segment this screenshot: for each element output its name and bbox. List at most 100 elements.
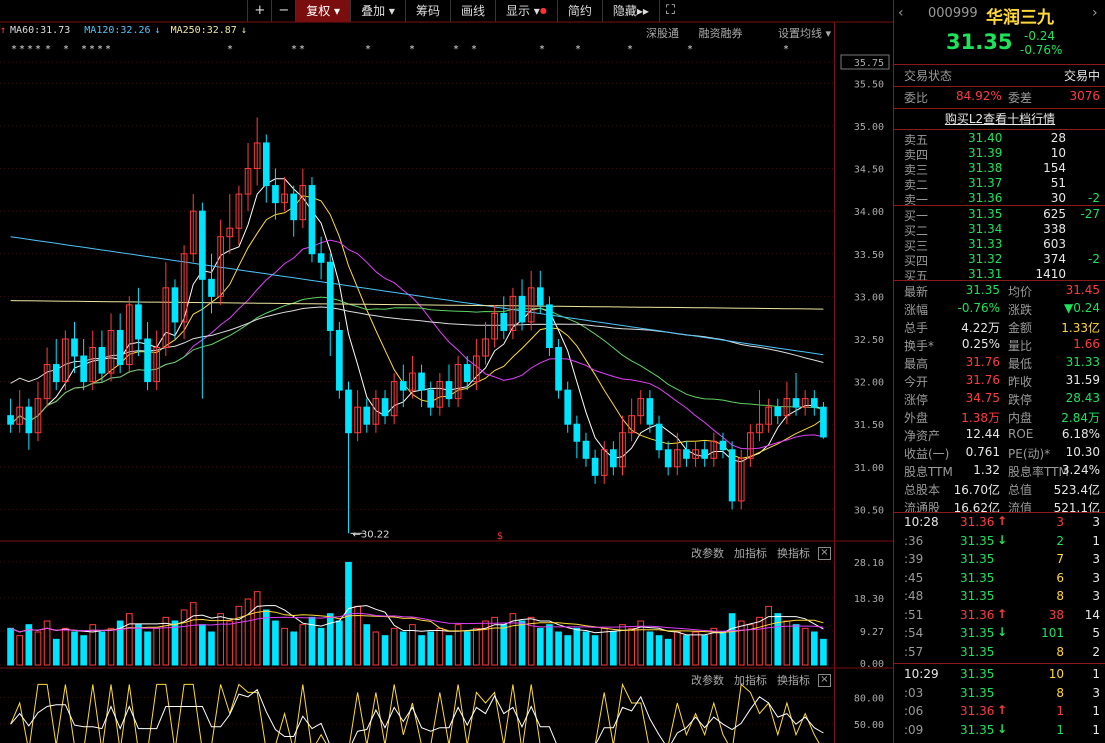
buy-order-volume: 603 bbox=[1043, 237, 1066, 251]
tick-price: 31.36 bbox=[960, 607, 995, 622]
volume-toolbar: 改参数 加指标 换指标 × bbox=[681, 545, 831, 561]
indicator-tick-label: 50.00 bbox=[854, 720, 884, 731]
ma250-value: MA250:32.87 bbox=[170, 25, 237, 36]
tick-volume: 38 bbox=[1048, 607, 1064, 622]
volume-bar bbox=[737, 620, 745, 666]
quote-value: 31.33 bbox=[1065, 355, 1100, 369]
weibi-row: 委比 84.92% 委差 3076 bbox=[904, 89, 1100, 105]
tick-row: :36 31.35 ↓ 2 1 bbox=[894, 533, 1105, 551]
candle-body bbox=[25, 406, 33, 434]
volume-bar bbox=[591, 635, 599, 666]
buy-order-row: 买四 31.32 374 -2 bbox=[894, 252, 1105, 268]
sell-order-volume: 30 bbox=[1050, 191, 1066, 205]
tick-price: 31.36 bbox=[960, 515, 995, 529]
candle-body bbox=[199, 210, 206, 280]
chart-area[interactable]: * * * * * * * * * * * * * * * * * * * * * * ←30.22 $ 35.75 35.5… bbox=[0, 0, 893, 743]
candle-body bbox=[71, 338, 78, 357]
quote-label: 外盘 bbox=[904, 411, 929, 425]
margin-link[interactable]: 融资融券 bbox=[698, 27, 742, 40]
chevron-left-icon[interactable]: ‹ bbox=[898, 5, 904, 21]
event-marker-icon: * bbox=[228, 44, 233, 55]
ind-change-indicator[interactable]: 换指标 bbox=[777, 672, 810, 688]
buy-order-row: 买三 31.33 603 bbox=[894, 237, 1105, 253]
tick-volume: 101 bbox=[1041, 626, 1064, 640]
close-icon[interactable]: × bbox=[818, 673, 831, 687]
trade-status-row: 交易状态 交易中 bbox=[904, 69, 1100, 83]
display-button[interactable]: 显示 ▾● bbox=[494, 0, 557, 22]
buy-order-change: -27 bbox=[1080, 207, 1100, 221]
arrow-up-icon: ↑ bbox=[997, 703, 1008, 717]
tick-row: :03 31.35 8 3 bbox=[894, 685, 1105, 703]
last-price: 31.35 bbox=[946, 30, 1013, 54]
volume-bar bbox=[217, 613, 224, 666]
tick-row: :06 31.36 ↑ 1 1 bbox=[894, 703, 1105, 721]
ind-add-indicator[interactable]: 加指标 bbox=[734, 672, 767, 688]
l2-link-row: 购买L2查看十档行情 bbox=[894, 110, 1105, 128]
chevron-right-icon[interactable]: › bbox=[1092, 5, 1098, 21]
tick-time: :09 bbox=[904, 722, 924, 737]
weidiff-value: 3076 bbox=[1069, 89, 1100, 103]
trade-status: 交易中 bbox=[1063, 69, 1100, 83]
quote-row: 收益(一) 0.761 PE(动)* 10.30 bbox=[894, 444, 1105, 462]
vol-edit-params[interactable]: 改参数 bbox=[691, 545, 724, 561]
tick-count: 3 bbox=[1092, 685, 1100, 700]
quote-label: 量比 bbox=[1008, 339, 1033, 353]
ma250-arrow-icon: ↓ bbox=[240, 25, 247, 36]
fullscreen-icon[interactable]: ⛶ bbox=[658, 0, 681, 22]
sell-order-row: 卖四 31.39 10 bbox=[894, 146, 1105, 162]
volume-bar bbox=[701, 635, 709, 666]
price-tick-label: 31.50 bbox=[854, 420, 884, 431]
arrow-down-icon: ↓ bbox=[997, 532, 1008, 547]
event-marker-icon: * bbox=[98, 44, 103, 55]
event-marker-icon: * bbox=[300, 44, 305, 55]
ind-edit-params[interactable]: 改参数 bbox=[691, 672, 724, 688]
volume-bar bbox=[399, 631, 407, 666]
volume-bar bbox=[25, 624, 33, 666]
close-icon[interactable]: × bbox=[818, 546, 831, 560]
quote-label: 均价 bbox=[1008, 285, 1033, 299]
tick-time: :51 bbox=[904, 607, 924, 622]
indicator-lines bbox=[10, 682, 824, 743]
volume-bar bbox=[600, 627, 608, 666]
candle-body bbox=[171, 287, 179, 323]
candle-body bbox=[810, 398, 818, 408]
hk-connect-link[interactable]: 深股通 bbox=[646, 27, 679, 40]
tick-volume: 8 bbox=[1056, 644, 1064, 659]
buy-order-row: 买一 31.35 625 -27 bbox=[894, 207, 1105, 223]
volume-bar bbox=[792, 624, 800, 666]
volume-bar bbox=[235, 605, 243, 666]
simple-button[interactable]: 简约 bbox=[556, 0, 602, 22]
quote-label: 跌停 bbox=[1008, 393, 1033, 407]
volume-bar bbox=[144, 631, 151, 666]
sell-order-price: 31.39 bbox=[968, 146, 1003, 160]
quote-value: 31.76 bbox=[965, 373, 1000, 387]
quote-row: 涨停 34.75 跌停 28.43 bbox=[894, 390, 1105, 408]
buy-l2-link[interactable]: 购买L2查看十档行情 bbox=[945, 112, 1055, 126]
volume-bar bbox=[664, 638, 672, 666]
candle-body bbox=[272, 185, 279, 204]
quote-row: 最新 31.35 均价 31.45 bbox=[894, 282, 1105, 300]
kline-chart[interactable]: * * * * * * * * * * * * * * * * * * * * * * ←30.22 $ 35.7535.5… bbox=[0, 0, 893, 743]
chips-button[interactable]: 筹码 bbox=[404, 0, 450, 22]
chart-links: 深股通 融资融券 设置均线 ▾ bbox=[630, 25, 831, 41]
candle-body bbox=[792, 398, 800, 408]
buy-order-volume: 374 bbox=[1043, 252, 1066, 266]
event-marker-icon: * bbox=[106, 44, 111, 55]
vol-add-indicator[interactable]: 加指标 bbox=[734, 545, 767, 561]
draw-button[interactable]: 画线 bbox=[449, 0, 495, 22]
buy-order-volume: 338 bbox=[1043, 222, 1066, 236]
vol-change-indicator[interactable]: 换指标 bbox=[777, 545, 810, 561]
tick-count: 2 bbox=[1092, 644, 1100, 659]
price-tick-label: 34.50 bbox=[854, 165, 884, 176]
zoom-out-button[interactable]: − bbox=[271, 0, 295, 22]
volume-bar bbox=[208, 631, 215, 666]
adjust-button[interactable]: 复权 ▾ bbox=[295, 0, 351, 22]
buy-order-price: 31.35 bbox=[968, 207, 1003, 221]
tick-price: 31.35 bbox=[960, 685, 995, 700]
zoom-in-button[interactable]: + bbox=[247, 0, 271, 22]
overlay-button[interactable]: 叠加 ▾ bbox=[350, 0, 405, 22]
hide-button[interactable]: 隐藏▸▸ bbox=[601, 0, 659, 22]
buy-order-row: 买二 31.34 338 bbox=[894, 222, 1105, 238]
set-ma-link[interactable]: 设置均线 ▾ bbox=[762, 27, 831, 40]
sell-order-volume: 28 bbox=[1050, 131, 1066, 145]
